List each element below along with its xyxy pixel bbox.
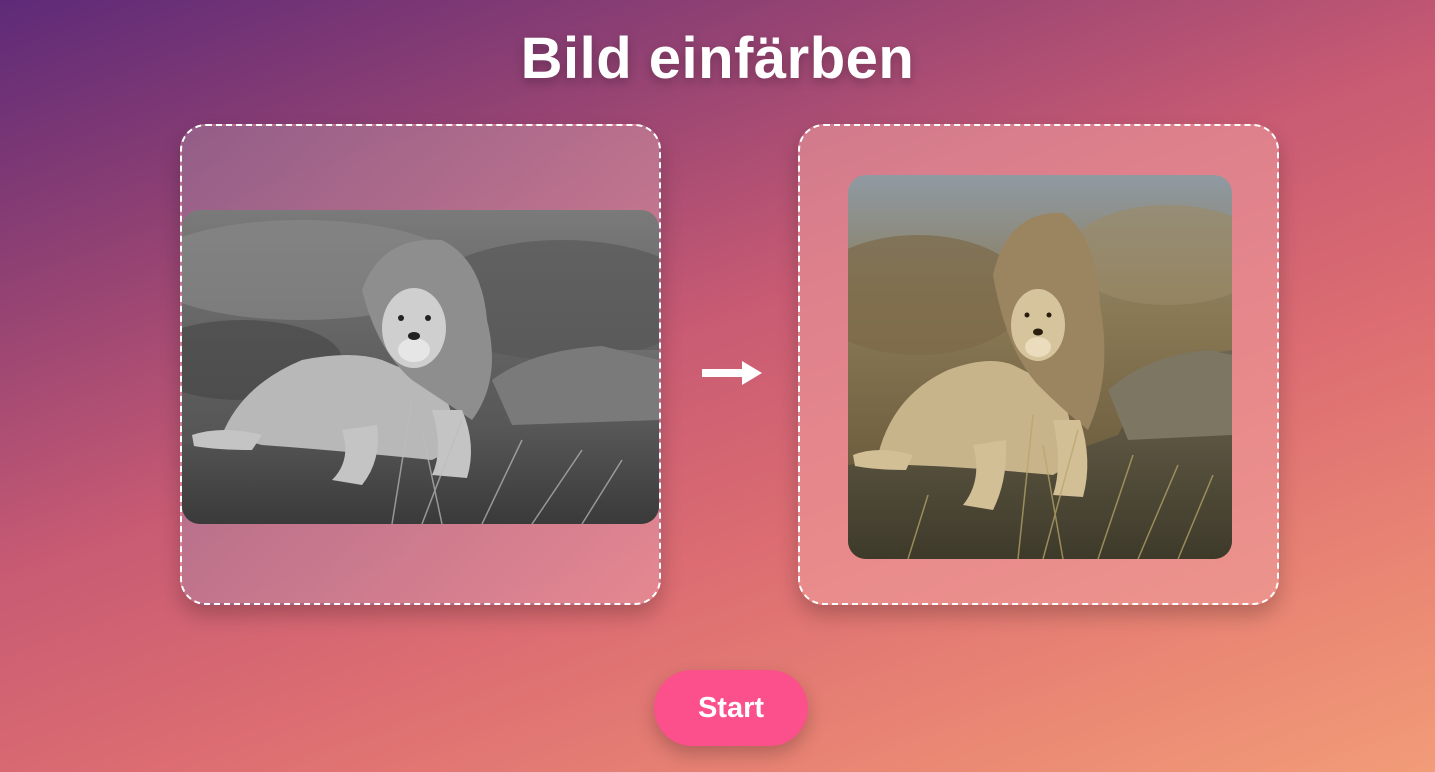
grayscale-lion-illustration bbox=[182, 210, 659, 524]
colorized-lion-illustration bbox=[848, 175, 1232, 559]
page-title: Bild einfärben bbox=[520, 26, 915, 91]
arrow-right-icon bbox=[702, 361, 762, 385]
input-image-dropzone[interactable] bbox=[180, 124, 661, 605]
start-button[interactable]: Start bbox=[654, 670, 808, 746]
grayscale-lion-image bbox=[182, 210, 659, 524]
colorized-lion-image bbox=[848, 175, 1232, 559]
output-image-panel bbox=[798, 124, 1279, 605]
